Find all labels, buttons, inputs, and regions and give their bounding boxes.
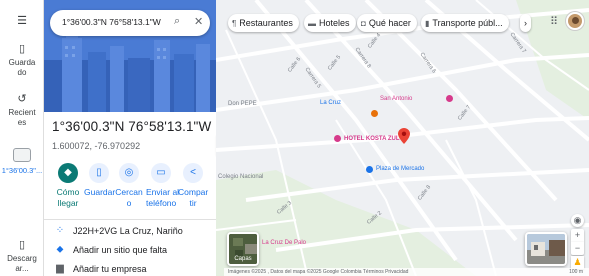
hero-image[interactable]: 1°36'00.3"N 76°58'13.1"W ⌕ ✕ [44, 0, 216, 112]
share-button[interactable]: < Compar tir [178, 163, 208, 209]
poi-marker[interactable] [334, 135, 341, 142]
directions-icon: ◆ [58, 163, 78, 183]
locate-icon: ◉ [573, 215, 582, 225]
transit-icon: ▮ [425, 19, 430, 28]
recents-button[interactable]: ↺ Recientes [0, 92, 44, 128]
add-place-icon: ⬥ [56, 244, 64, 255]
layers-label: Capas [234, 256, 252, 262]
camera-icon: ◘ [361, 19, 366, 28]
search-icon[interactable]: ⌕ [174, 15, 180, 28]
street-view-thumbnail[interactable] [525, 232, 567, 266]
plus-code-icon: ⁘ [55, 225, 65, 236]
plus-code-row[interactable]: ⁘ J22H+2VG La Cruz, Nariño [44, 223, 216, 241]
minus-icon: − [574, 243, 581, 253]
business-icon: ▆ [56, 263, 64, 274]
directions-label: Cómo llegar [56, 187, 80, 208]
map-attribution: Imágenes ©2025 , Datos del mapa ©2025 Go… [224, 268, 589, 276]
chip-things-to-do[interactable]: ◘ Qué hacer [357, 14, 417, 32]
chevron-right-icon: › [524, 18, 527, 28]
restaurant-icon: ¶ [232, 19, 237, 28]
poi-plaza-mercado[interactable]: Plaza de Mercado [376, 166, 424, 172]
chips-next-button[interactable]: › [520, 14, 531, 32]
save-button[interactable]: ▯ Guardar [84, 163, 116, 198]
add-missing-place-row[interactable]: ⬥ Añadir un sitio que falta [44, 242, 216, 260]
search-input[interactable]: 1°36'00.3"N 76°58'13.1"W [62, 17, 161, 27]
pegman-icon: ♟ [573, 257, 582, 267]
chip-transit[interactable]: ▮ Transporte públ... [421, 14, 509, 32]
left-rail: ☰ ▯ Guardado ↺ Recientes 1°36'00.3"... ▯… [0, 0, 44, 276]
plus-icon: + [574, 230, 581, 240]
location-pin-icon[interactable] [398, 128, 410, 144]
directions-button[interactable]: ◆ Cómo llegar [53, 163, 83, 209]
share-label: Compar tir [178, 187, 209, 208]
close-icon[interactable]: ✕ [194, 15, 203, 28]
save-label: Guardar [84, 187, 116, 197]
send-to-phone-button[interactable]: ▭ Enviar al teléfono [146, 163, 180, 209]
poi-hotel-kosta-zul[interactable]: HOTEL KOSTA ZUL [344, 136, 400, 142]
phone-icon: ▭ [151, 163, 171, 183]
zoom-out-button[interactable]: − [571, 242, 584, 255]
poi-marker[interactable] [371, 110, 378, 117]
poi-marker[interactable] [366, 166, 373, 173]
nearby-icon: ◎ [119, 163, 139, 183]
hotel-icon: ▬ [308, 19, 316, 28]
chip-restaurants[interactable]: ¶ Restaurantes [228, 14, 299, 32]
recents-label: Recientes [8, 108, 36, 127]
poi-san-antonio[interactable]: San Antonio [380, 96, 412, 102]
recent-place-thumbnail[interactable] [13, 148, 31, 162]
street-view-preview [527, 234, 565, 264]
scale-label[interactable]: 100 m [569, 268, 583, 276]
action-buttons: ◆ Cómo llegar ▯ Guardar ◎ Cercan o ▭ Envia… [44, 163, 216, 213]
share-icon: < [183, 163, 203, 183]
poi-colegio[interactable]: Colegio Nacional [218, 174, 263, 180]
nearby-button[interactable]: ◎ Cercan o [114, 163, 144, 209]
phone-download-icon: ▯ [18, 239, 26, 251]
apps-icon[interactable]: ⠿ [550, 15, 558, 28]
nearby-label: Cercan o [115, 187, 143, 208]
bookmark-icon: ▯ [89, 163, 109, 183]
place-panel: 1°36'00.3"N 76°58'13.1"W ⌕ ✕ 1°36'00.3"N… [44, 0, 216, 276]
poi-don-pepe[interactable]: Don PEPE [228, 101, 257, 107]
saved-label: Guardado [8, 58, 36, 77]
send-to-phone-label: Enviar al teléfono [146, 187, 180, 208]
history-icon: ↺ [17, 93, 27, 105]
avatar[interactable] [566, 12, 584, 30]
menu-button[interactable]: ☰ [0, 14, 44, 30]
hamburger-icon: ☰ [17, 15, 27, 27]
recent-place-label[interactable]: 1°36'00.3"... [0, 166, 44, 175]
saved-button[interactable]: ▯ Guardado [0, 42, 44, 78]
download-label: Descargar... [7, 254, 37, 273]
poi-la-cruz[interactable]: La Cruz [320, 100, 341, 106]
place-coordinates: 1.600072, -76.970292 [52, 141, 141, 151]
chip-hotels[interactable]: ▬ Hoteles [304, 14, 356, 32]
poi-la-cruz-de-palo[interactable]: La Cruz De Palo [262, 240, 306, 246]
plus-code-text: J22H+2VG La Cruz, Nariño [73, 226, 183, 236]
divider [44, 219, 216, 220]
search-box[interactable]: 1°36'00.3"N 76°58'13.1"W ⌕ ✕ [50, 10, 210, 36]
bookmark-icon: ▯ [18, 43, 26, 55]
layers-button[interactable]: Capas [227, 232, 259, 266]
poi-marker[interactable] [446, 95, 453, 102]
my-location-button[interactable]: ◉ [571, 214, 584, 227]
download-button[interactable]: ▯ Descargar... [0, 238, 44, 274]
add-missing-place-text: Añadir un sitio que falta [73, 245, 168, 255]
zoom-in-button[interactable]: + [571, 229, 584, 242]
add-business-text: Añadir tu empresa [73, 264, 147, 274]
add-business-row[interactable]: ▆ Añadir tu empresa [44, 261, 216, 276]
place-title: 1°36'00.3"N 76°58'13.1"W [52, 119, 212, 134]
